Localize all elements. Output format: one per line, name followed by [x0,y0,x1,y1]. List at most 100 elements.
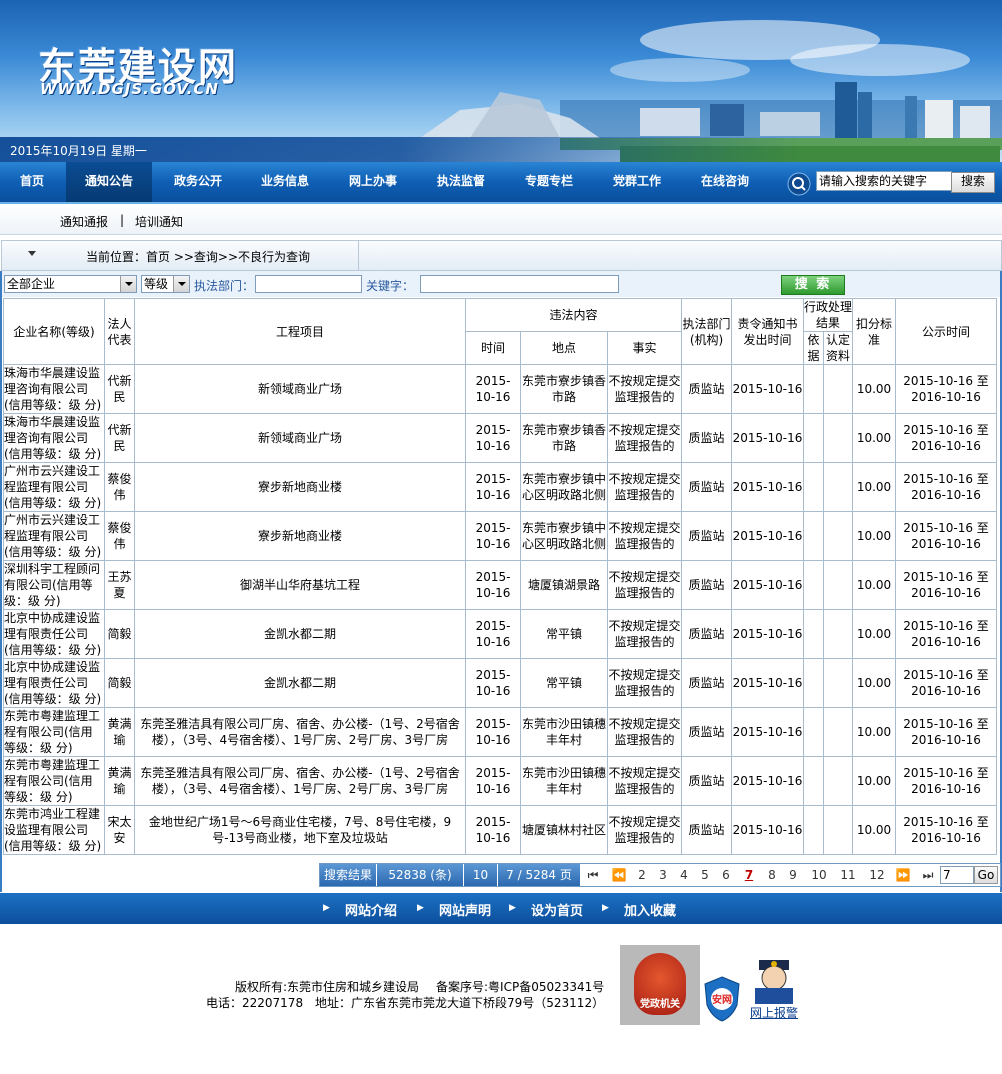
nav-item-topics[interactable]: 专题专栏 [506,162,592,202]
chevron-down-icon[interactable] [173,276,189,292]
current-page[interactable]: 7 [740,864,758,886]
footer-link-favorite[interactable]: 加入收藏 [624,900,676,919]
table-row: 东莞市鸿业工程建设监理有限公司(信用等级：级 分) 宋太安 金地世纪广场1号～6号商… [3,805,997,855]
page-link[interactable]: 12 [864,864,890,886]
time-cell: 2015-10-16 [465,413,521,463]
subnav-item-training[interactable]: 培训通知 [135,213,183,230]
header-fact: 事实 [607,331,682,365]
table-row: 北京中协成建设监理有限责任公司(信用等级：级 分) 简毅 金凯水都二期 2015-10… [3,609,997,659]
grade-select[interactable]: 等级 [141,275,190,293]
time-cell: 2015-10-16 [465,364,521,414]
page-link[interactable]: 10 [806,864,832,886]
page-link[interactable]: 11 [835,864,861,886]
deduct-cell: 10.00 [852,364,896,414]
fact-cell: 不按规定提交监理报告的 [607,560,682,610]
nav-item-notices[interactable]: 通知公告 [66,162,152,202]
subnav-item-notifications[interactable]: 通知通报 [60,213,108,230]
dept-cell: 质监站 [681,560,732,610]
nav-item-online-service[interactable]: 网上办事 [330,162,416,202]
page-link[interactable]: 4 [675,864,693,886]
police-report-badge[interactable]: 网上报警 [745,952,803,1022]
page-link[interactable]: 8 [763,864,781,886]
police-report-label[interactable]: 网上报警 [745,1004,803,1021]
header-place: 地点 [520,331,608,365]
keyword-input[interactable] [420,275,619,293]
party-gov-badge[interactable]: 党政机关 [620,945,700,1025]
legal-cell: 代新民 [104,364,135,414]
search-button[interactable]: 搜索 [951,172,995,193]
filter-search-button[interactable]: 搜 索 [781,275,845,295]
place-cell: 常平镇 [520,609,608,659]
nav-item-party-work[interactable]: 党群工作 [594,162,680,202]
page-link[interactable]: 9 [784,864,802,886]
legal-cell: 黄满瑜 [104,756,135,806]
pager-page-size: 10 [464,864,497,886]
header-company: 企业名称(等级) [3,298,105,365]
shield-icon[interactable]: 安网 [702,975,742,1023]
project-cell: 金凯水都二期 [134,609,466,659]
fact-cell: 不按规定提交监理报告的 [607,511,682,561]
deduct-cell: 10.00 [852,707,896,757]
notice-cell: 2015-10-16 [731,756,804,806]
place-cell: 常平镇 [520,658,608,708]
go-button[interactable]: Go [974,866,998,884]
nav-item-home[interactable]: 首页 [0,162,64,202]
footer-link-statement[interactable]: 网站声明 [439,900,491,919]
company-cell: 东莞市鸿业工程建设监理有限公司(信用等级：级 分) [3,805,105,855]
time-cell: 2015-10-16 [465,756,521,806]
time-cell: 2015-10-16 [465,560,521,610]
table-row: 北京中协成建设监理有限责任公司(信用等级：级 分) 简毅 金凯水都二期 2015-10… [3,658,997,708]
notice-cell: 2015-10-16 [731,658,804,708]
legal-cell: 黄满瑜 [104,707,135,757]
time-cell: 2015-10-16 [465,511,521,561]
table-row: 广州市云兴建设工程监理有限公司(信用等级：级 分) 蔡俊伟 寮步新地商业楼 2015-… [3,462,997,512]
nav-item-gov-affairs[interactable]: 政务公开 [155,162,241,202]
fact-cell: 不按规定提交监理报告的 [607,413,682,463]
deduct-cell: 10.00 [852,805,896,855]
search-input[interactable]: 请输入搜索的关键字 [816,171,952,191]
page-link[interactable]: 5 [696,864,714,886]
current-date: 2015年10月19日 星期一 [10,144,147,158]
breadcrumb-bar: 当前位置：首页 >>查询>>不良行为查询 [1,240,1002,271]
nav-item-business-info[interactable]: 业务信息 [242,162,328,202]
project-cell: 东莞圣雅洁具有限公司厂房、宿舍、办公楼-（1号、2号宿舍楼），（3号、4号宿舍楼… [134,756,466,806]
dept-input[interactable] [255,275,362,293]
place-cell: 塘厦镇湖景路 [520,560,608,610]
enterprise-select-value: 全部企业 [7,277,56,291]
deduct-cell: 10.00 [852,756,896,806]
company-cell: 珠海市华晨建设监理咨询有限公司(信用等级：级 分) [3,364,105,414]
publish-cell: 2015-10-16 至 2016-10-16 [895,658,997,708]
notice-cell: 2015-10-16 [731,511,804,561]
enterprise-select[interactable]: 全部企业 [4,275,137,293]
page-link[interactable]: 3 [654,864,672,886]
basis-cell [803,707,824,757]
publish-cell: 2015-10-16 至 2016-10-16 [895,364,997,414]
place-cell: 东莞市寮步镇香市路 [520,364,608,414]
publish-cell: 2015-10-16 至 2016-10-16 [895,560,997,610]
dept-cell: 质监站 [681,609,732,659]
deduct-cell: 10.00 [852,560,896,610]
bullet-icon: ▶ [323,903,330,913]
header-dept: 执法部门(机构) [681,298,732,365]
next-page-icon[interactable]: ⏩ [892,864,914,886]
header-project: 工程项目 [134,298,466,365]
deduct-cell: 10.00 [852,462,896,512]
goto-page-input[interactable]: 7 [940,866,974,884]
page-link[interactable]: 6 [717,864,735,886]
nav-item-consult[interactable]: 在线咨询 [682,162,768,202]
last-page-icon[interactable]: ⏭ [917,864,939,886]
deduct-cell: 10.00 [852,609,896,659]
basis-cell [803,511,824,561]
nav-item-enforcement[interactable]: 执法监督 [418,162,504,202]
footer-link-about[interactable]: 网站介绍 [345,900,397,919]
page-link[interactable]: 2 [633,864,651,886]
first-page-icon[interactable]: ⏮ [582,864,604,886]
material-cell [823,462,853,512]
collapse-arrow-icon[interactable] [28,251,36,256]
prev-page-icon[interactable]: ⏪ [608,864,630,886]
chevron-down-icon[interactable] [120,276,136,292]
search-icon[interactable] [787,172,811,196]
material-cell [823,658,853,708]
footer-link-homepage[interactable]: 设为首页 [531,900,583,919]
material-cell [823,805,853,855]
